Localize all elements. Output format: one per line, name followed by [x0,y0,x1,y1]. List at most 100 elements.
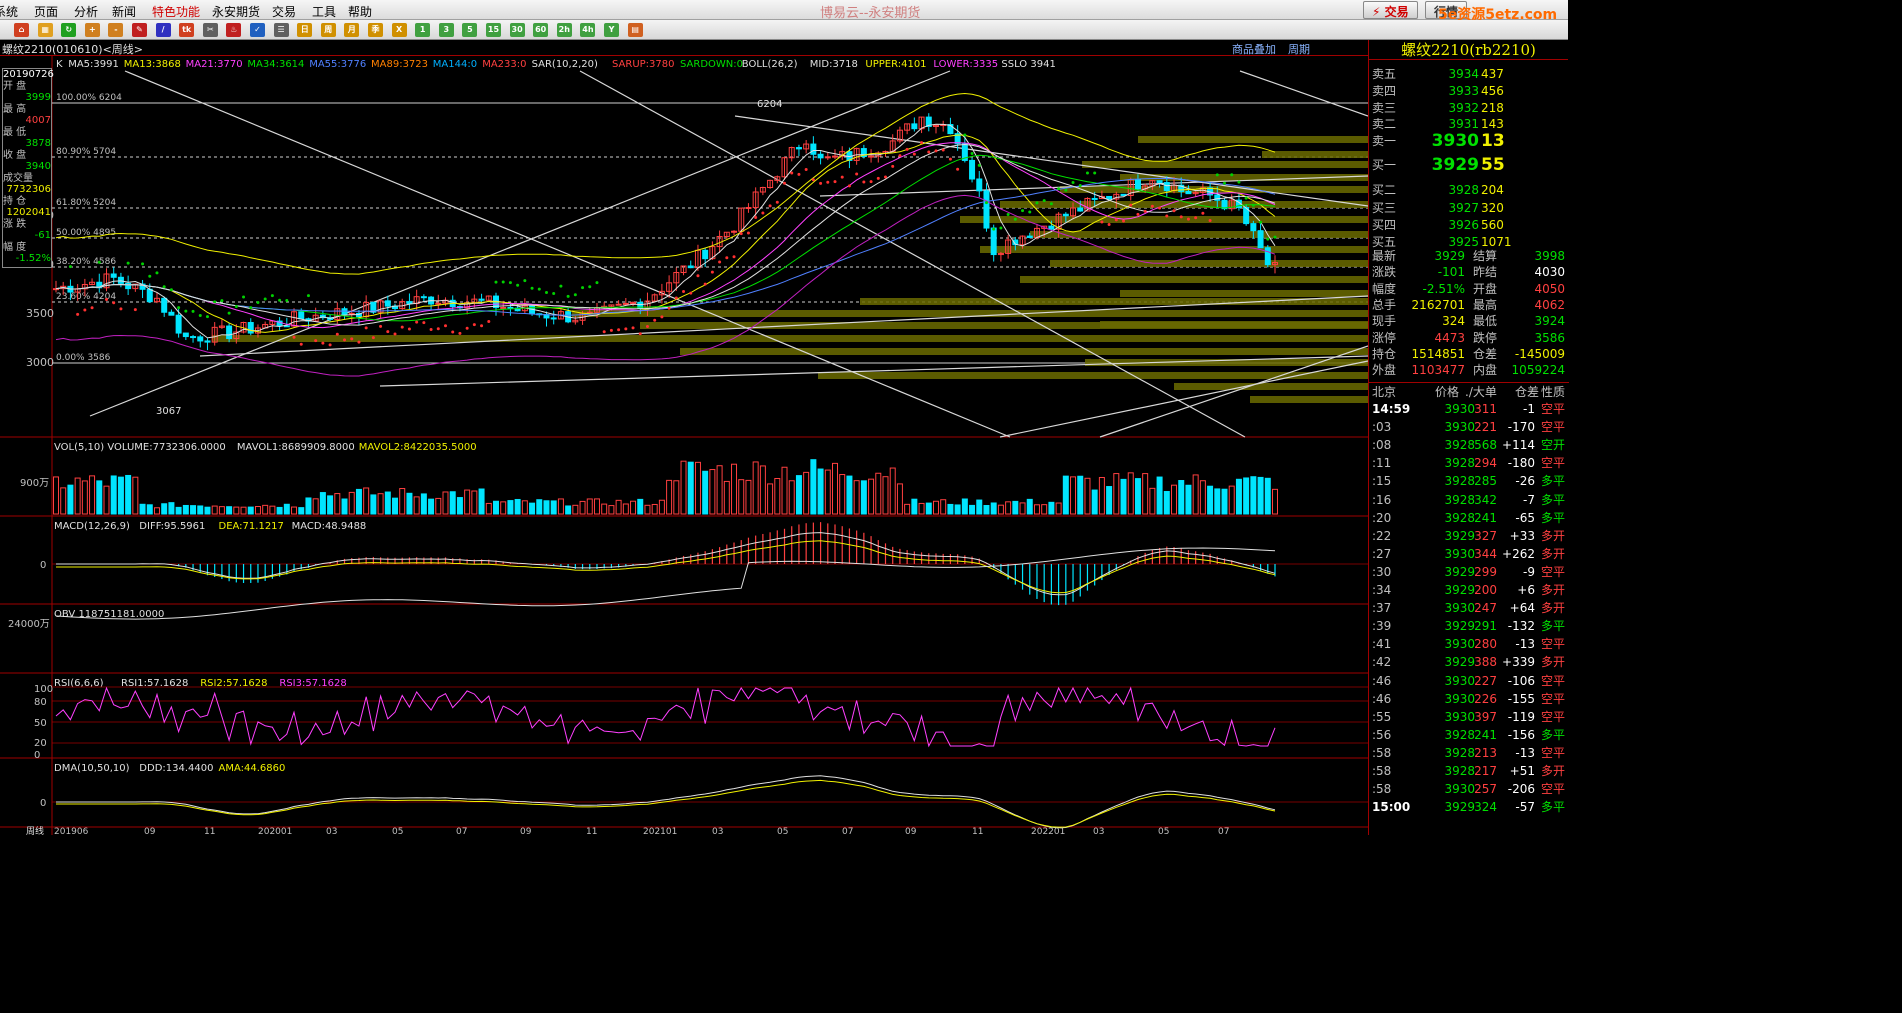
trade-button[interactable]: ⚡ 交易 [1363,1,1418,19]
candle-body[interactable] [817,153,824,159]
tick-row[interactable]: :20 3928 241 -65 多平 [1369,509,1569,527]
candle-body[interactable] [226,325,233,340]
bid-row[interactable]: 买三 3927 320 [1369,200,1569,217]
candle-body[interactable] [204,340,211,343]
tick-row[interactable]: :55 3930 397 -119 空平 [1369,708,1569,726]
min15-icon[interactable]: 15 [486,23,501,37]
candle-body[interactable] [146,288,153,303]
tick-row[interactable]: :03 3930 221 -170 空平 [1369,418,1569,436]
home-icon[interactable]: ⌂ [14,23,29,37]
candle-body[interactable] [125,282,132,290]
candle-body[interactable] [1185,190,1192,195]
candle-body[interactable] [161,297,168,313]
candle-body[interactable] [1048,225,1055,230]
list-icon[interactable]: ☰ [273,23,289,37]
menu-system[interactable]: 系统 [0,3,18,20]
ask-row[interactable]: 卖一 3930 13 [1369,133,1569,150]
tick-row[interactable]: 15:00 3929 324 -57 多平 [1369,798,1569,816]
min3-icon[interactable]: 3 [438,23,454,37]
zoom-in-icon[interactable]: + [84,23,100,37]
ask-row[interactable]: 卖五 3934 437 [1369,66,1569,83]
candle-body[interactable] [117,276,124,284]
tick-chart-icon[interactable]: tk [179,23,195,37]
min60-icon[interactable]: 60 [533,23,549,37]
candle-body[interactable] [507,306,514,309]
tick-row[interactable]: :39 3929 291 -132 多平 [1369,617,1569,635]
period-day-icon[interactable]: 日 [297,23,313,37]
bid-row[interactable]: 买一 3929 55 [1369,157,1569,174]
candle-body[interactable] [990,227,997,256]
candle-body[interactable] [1250,223,1257,232]
bid-row[interactable]: 买四 3926 560 [1369,217,1569,234]
candle-body[interactable] [550,317,557,320]
candle-body[interactable] [478,298,485,301]
tick-row[interactable]: :15 3928 285 -26 多平 [1369,472,1569,490]
zoom-out-icon[interactable]: - [108,23,124,37]
candle-body[interactable] [622,302,629,305]
min5-icon[interactable]: 5 [462,23,478,37]
tick-row[interactable]: :46 3930 226 -155 空平 [1369,690,1569,708]
line-icon[interactable]: / [155,23,171,37]
year-icon[interactable]: Y [604,23,619,37]
menu-yongan[interactable]: 永安期货 [212,3,260,20]
candle-body[interactable] [795,147,802,150]
tick-row[interactable]: :41 3930 280 -13 空平 [1369,635,1569,653]
tick-row[interactable]: :56 3928 241 -156 多平 [1369,726,1569,744]
kline-chart[interactable]: K MA5:3991 MA13:3868 MA21:3770 MA34:3614 MA55… [0,56,1368,835]
tick-row[interactable]: 14:59 3930 311 -1 空平 [1369,400,1569,418]
pick-icon[interactable]: ✓ [250,23,265,37]
candle-body[interactable] [1062,213,1069,217]
hour4-icon[interactable]: 4h [580,23,596,37]
tick-row[interactable]: :11 3928 294 -180 空平 [1369,454,1569,472]
candle-body[interactable] [175,314,182,334]
candle-body[interactable] [298,311,305,320]
tick-row[interactable]: :22 3929 327 +33 多开 [1369,527,1569,545]
candle-body[interactable] [1264,247,1271,266]
candle-body[interactable] [1257,230,1264,249]
candle-body[interactable] [745,207,752,210]
tick-row[interactable]: :08 3928 568 +114 空开 [1369,436,1569,454]
candle-body[interactable] [1163,182,1170,192]
tick-row[interactable]: :58 3928 213 -13 空平 [1369,744,1569,762]
candle-body[interactable] [976,178,983,192]
candle-body[interactable] [197,336,204,342]
pen-icon[interactable]: ✎ [132,23,147,37]
candle-body[interactable] [247,322,254,334]
menu-trade[interactable]: 交易 [272,3,296,20]
calc-icon[interactable]: ▤ [627,23,643,37]
candle-body[interactable] [702,249,709,260]
cut-icon[interactable]: ✂ [202,23,218,37]
cup-icon[interactable]: ♨ [226,23,242,37]
candle-body[interactable] [168,311,175,316]
candle-body[interactable] [1134,179,1141,190]
candle-body[interactable] [969,159,976,180]
folder-icon[interactable]: ▦ [37,23,53,37]
period-custom-icon[interactable]: X [391,23,407,37]
menu-special[interactable]: 特色功能 [152,3,200,20]
tick-row[interactable]: :58 3928 217 +51 多开 [1369,762,1569,780]
candle-body[interactable] [1156,180,1163,184]
period-week-icon[interactable]: 周 [320,23,336,37]
candle-body[interactable] [384,300,391,307]
bid-row[interactable]: 买二 3928 204 [1369,182,1569,199]
candle-body[interactable] [687,265,694,269]
min1-icon[interactable]: 1 [415,23,431,37]
candle-body[interactable] [832,155,839,158]
menu-news[interactable]: 新闻 [112,3,136,20]
candle-body[interactable] [868,155,875,158]
candle-body[interactable] [911,123,918,130]
tick-row[interactable]: :46 3930 227 -106 空平 [1369,672,1569,690]
menu-analysis[interactable]: 分析 [74,3,98,20]
ask-row[interactable]: 卖三 3932 218 [1369,100,1569,117]
tick-row[interactable]: :34 3929 200 +6 多开 [1369,581,1569,599]
tick-row[interactable]: :58 3930 257 -206 空平 [1369,780,1569,798]
tick-row[interactable]: :30 3929 299 -9 空平 [1369,563,1569,581]
tick-row[interactable]: :37 3930 247 +64 多开 [1369,599,1569,617]
menu-tools[interactable]: 工具 [312,3,336,20]
candle-body[interactable] [110,273,117,278]
candle-body[interactable] [983,190,990,229]
candle-body[interactable] [1091,197,1098,200]
candle-body[interactable] [420,296,427,299]
tick-row[interactable]: :27 3930 344 +262 多开 [1369,545,1569,563]
candle-body[interactable] [182,332,189,338]
